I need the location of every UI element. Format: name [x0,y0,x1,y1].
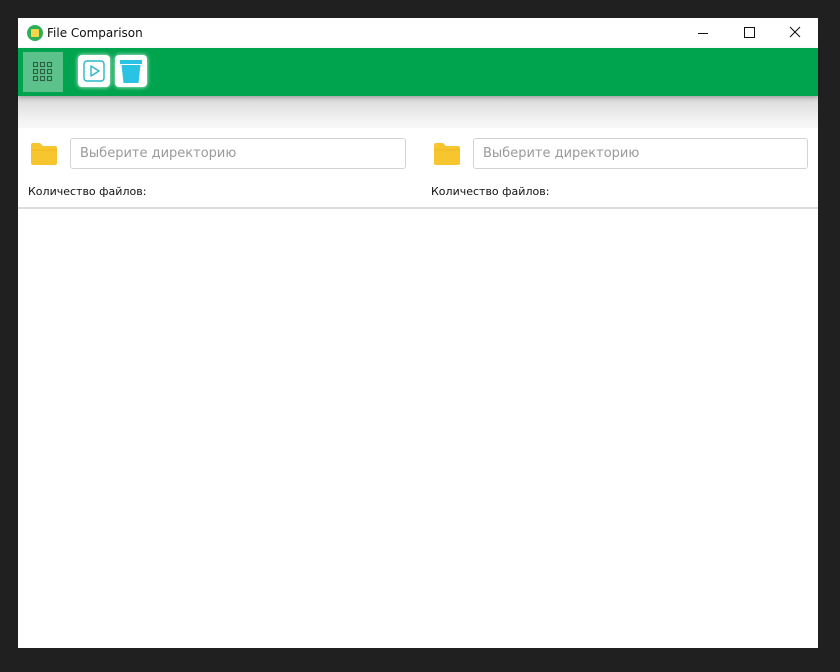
left-directory-panel: Количество файлов: [18,128,421,208]
app-icon [27,25,43,41]
right-directory-input[interactable] [473,138,808,169]
maximize-icon [744,27,755,38]
trash-icon [120,60,142,83]
play-icon [83,60,105,82]
left-file-count-label: Количество файлов: [28,185,147,198]
maximize-button[interactable] [726,18,772,48]
run-compare-button[interactable] [78,55,110,87]
apps-menu-button[interactable] [23,52,63,92]
toolbar-shadow-band [18,96,818,128]
left-directory-input[interactable] [70,138,406,169]
title-bar: File Comparison [18,18,818,48]
toolbar [18,48,818,96]
folder-icon[interactable] [30,142,58,166]
right-file-count-label: Количество файлов: [431,185,550,198]
app-window: File Comparison Выберите директорию Коли… [18,18,818,648]
close-button[interactable] [772,18,818,48]
minimize-button[interactable] [680,18,726,48]
right-directory-panel: Количество файлов: [421,128,818,208]
folder-icon[interactable] [433,142,461,166]
apps-grid-icon [32,61,53,82]
clear-button[interactable] [115,55,147,87]
comparison-results-area[interactable] [18,209,818,648]
close-icon [789,26,801,38]
minimize-icon [698,33,708,34]
window-title: File Comparison [47,26,143,40]
